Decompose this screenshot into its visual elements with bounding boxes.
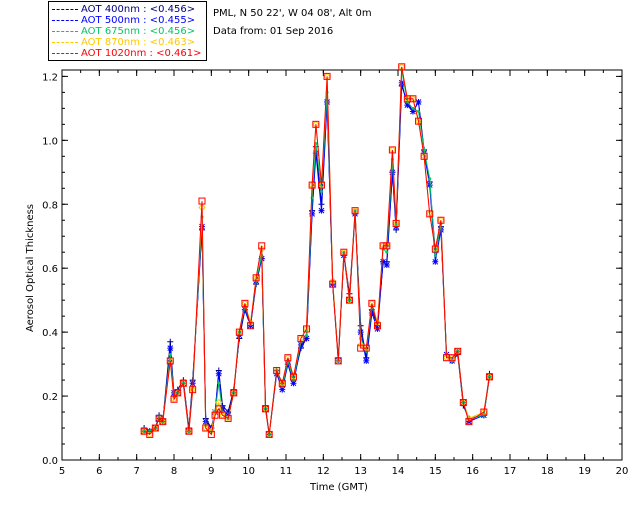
y-tick-label: 0.2 xyxy=(42,392,58,403)
x-tick-label: 20 xyxy=(616,466,629,477)
x-tick-label: 17 xyxy=(504,466,517,477)
data-point xyxy=(167,345,174,352)
y-axis-label: Aerosol Optical Thickness xyxy=(25,204,36,332)
y-tick-label: 1.0 xyxy=(42,136,58,147)
y-tick-label: 0.8 xyxy=(42,200,58,211)
x-tick-label: 9 xyxy=(208,466,214,477)
x-axis-label: Time (GMT) xyxy=(309,482,368,493)
y-tick-label: 0.4 xyxy=(42,328,58,339)
data-point xyxy=(217,381,221,385)
chart-axes: 5 6 7 8 9 10 11 12 13 14 15 16 17 18 19 20 0.0 0.2 0.4 0.6 0… xyxy=(42,69,629,477)
x-tick-label: 7 xyxy=(133,466,139,477)
x-tick-label: 11 xyxy=(280,466,293,477)
x-tick-label: 6 xyxy=(96,466,102,477)
x-tick-label: 18 xyxy=(541,466,554,477)
x-tick-label: 16 xyxy=(466,466,479,477)
series-4 xyxy=(140,63,493,438)
data-point xyxy=(318,207,325,214)
data-point xyxy=(167,338,174,345)
data-point xyxy=(411,106,415,110)
chart-labels: Time (GMT) Aerosol Optical Thickness xyxy=(25,204,368,493)
data-point xyxy=(385,250,389,254)
x-tick-label: 19 xyxy=(578,466,591,477)
data-point xyxy=(389,169,396,176)
data-point xyxy=(428,177,432,181)
data-point xyxy=(309,210,316,217)
chart-series xyxy=(140,63,494,439)
y-tick-label: 0.0 xyxy=(42,456,58,467)
data-point xyxy=(363,357,370,364)
data-point xyxy=(383,262,390,268)
data-point xyxy=(168,353,172,357)
y-tick-label: 0.6 xyxy=(42,264,58,275)
y-tick-label: 1.2 xyxy=(42,72,58,83)
data-point xyxy=(433,253,437,257)
x-tick-label: 8 xyxy=(171,466,177,477)
series-3 xyxy=(140,63,494,439)
x-tick-label: 15 xyxy=(429,466,442,477)
data-point xyxy=(215,370,222,377)
x-tick-label: 10 xyxy=(242,466,255,477)
plot-frame xyxy=(61,69,623,461)
x-tick-label: 14 xyxy=(392,466,405,477)
x-tick-label: 13 xyxy=(354,466,367,477)
data-point xyxy=(432,258,439,265)
data-point xyxy=(305,333,309,337)
data-point xyxy=(319,189,323,193)
aot-chart: 5 6 7 8 9 10 11 12 13 14 15 16 17 18 19 20 0.0 0.2 0.4 0.6 0… xyxy=(25,63,629,493)
x-tick-label: 12 xyxy=(317,466,330,477)
x-tick-label: 5 xyxy=(59,466,65,477)
data-point xyxy=(417,110,421,114)
